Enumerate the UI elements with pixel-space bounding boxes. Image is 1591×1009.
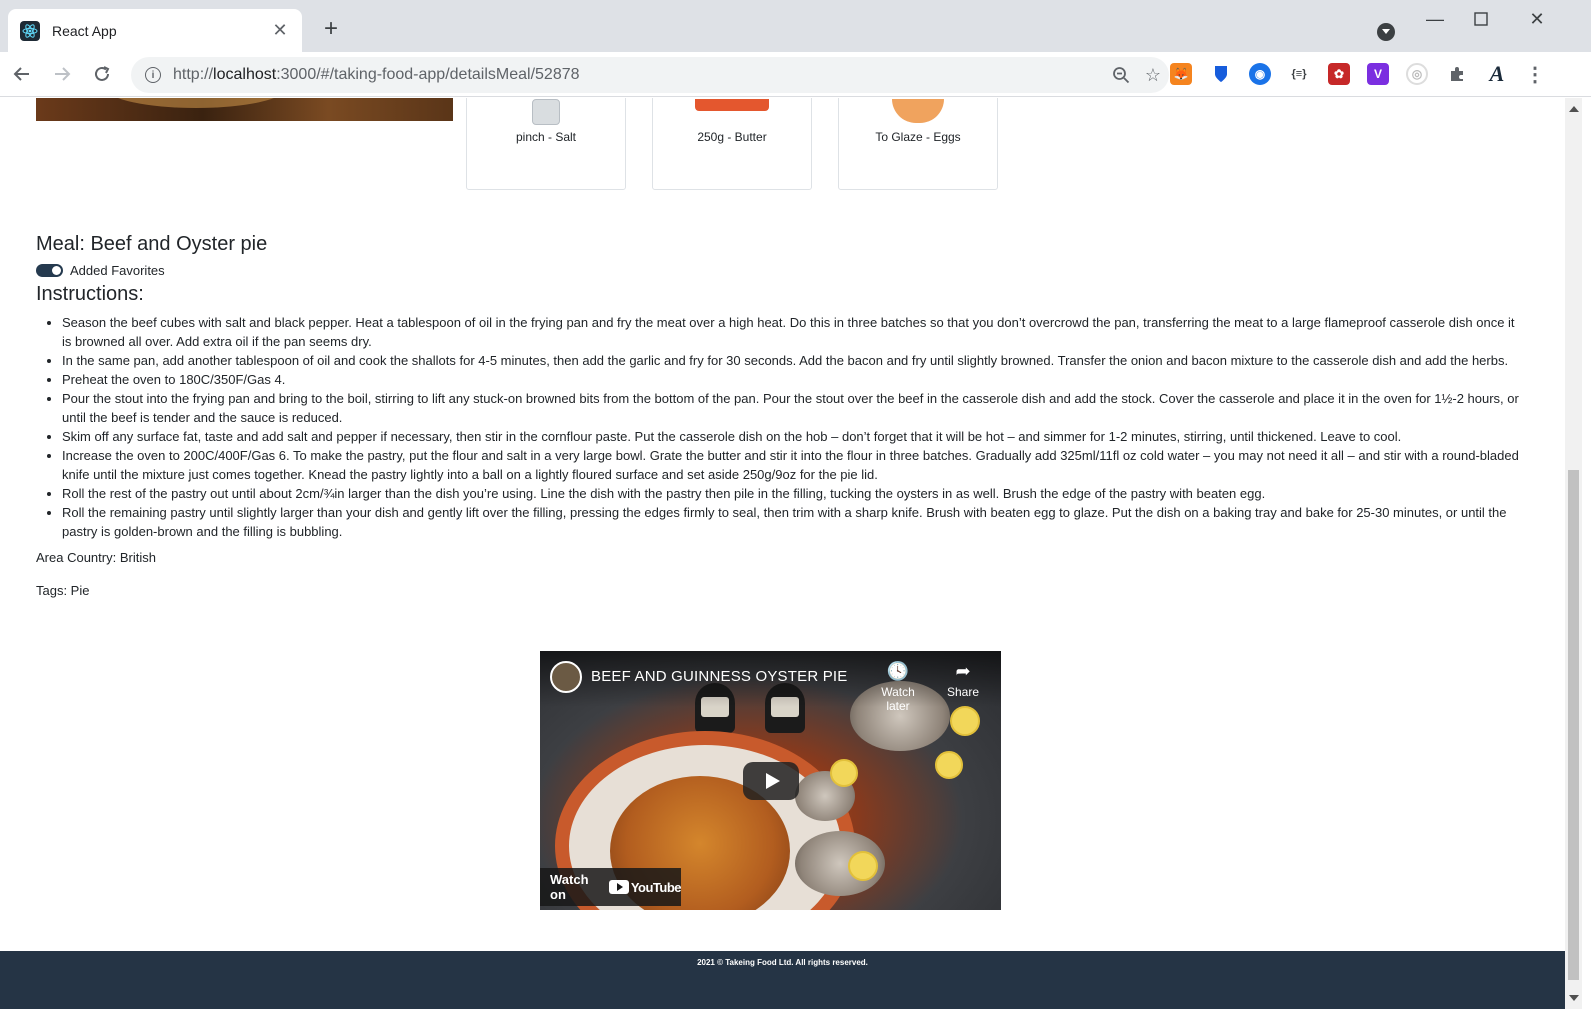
instruction-step: Roll the remaining pastry until slightly… <box>62 503 1522 541</box>
meal-tags: Tags: Pie <box>36 583 90 598</box>
ingredient-label: 250g - Butter <box>697 130 767 144</box>
react-favicon-icon <box>20 20 40 41</box>
youtube-logo: YouTube <box>608 879 682 895</box>
share-label: Share <box>946 685 980 699</box>
instruction-step: Skim off any surface fat, taste and add … <box>62 427 1522 446</box>
extension-grey-circle-icon[interactable]: ◎ <box>1406 63 1428 85</box>
metamask-extension-icon[interactable]: 🦊 <box>1170 63 1192 85</box>
tab-title: React App <box>52 22 117 39</box>
watch-later-button[interactable]: 🕓 Watch later <box>868 661 928 713</box>
instruction-step: In the same pan, add another tablespoon … <box>62 351 1522 370</box>
clock-icon: 🕓 <box>886 661 910 681</box>
ingredient-label: pinch - Salt <box>515 130 577 144</box>
zoom-icon[interactable] <box>1105 59 1137 91</box>
favorites-label: Added Favorites <box>70 263 165 278</box>
url-scheme: http:// <box>173 66 214 83</box>
ingredient-label: To Glaze - Eggs <box>875 130 961 144</box>
maximize-icon[interactable] <box>1458 6 1504 33</box>
video-thumbnail-detail <box>830 759 858 787</box>
scroll-up-arrow-icon[interactable] <box>1569 106 1579 112</box>
url-text[interactable]: http://localhost:3000/#/taking-food-app/… <box>173 66 1105 84</box>
site-info-icon[interactable]: i <box>145 67 161 83</box>
tab-strip: React App ✕ + — ✕ <box>0 0 1591 52</box>
scrollbar-thumb[interactable] <box>1568 470 1579 980</box>
instruction-step: Pour the stout into the frying pan and b… <box>62 389 1522 427</box>
watch-on-youtube-button[interactable]: Watch on YouTube <box>540 868 682 906</box>
page-content: pinch - Salt 250g - Butter To Glaze - Eg… <box>0 98 1565 1009</box>
instruction-step: Season the beef cubes with salt and blac… <box>62 313 1522 351</box>
video-thumbnail-detail <box>950 706 980 736</box>
vue-devtools-extension-icon[interactable]: V <box>1367 63 1389 85</box>
forward-arrow-icon[interactable] <box>48 60 76 88</box>
page-footer: 2021 © Takeing Food Ltd. All rights rese… <box>0 951 1565 1009</box>
favorites-toggle[interactable] <box>36 264 63 277</box>
youtube-video-embed[interactable]: BEEF AND GUINNESS OYSTER PIE 🕓 Watch lat… <box>540 651 1001 910</box>
back-arrow-icon[interactable] <box>8 60 36 88</box>
close-tab-icon[interactable]: ✕ <box>270 20 290 41</box>
extension-blue-circle-icon[interactable]: ◉ <box>1249 63 1271 85</box>
watch-on-label: Watch on <box>550 872 589 902</box>
address-bar[interactable]: i http://localhost:3000/#/taking-food-ap… <box>131 57 1169 93</box>
share-button[interactable]: ➦ Share <box>933 661 993 699</box>
scroll-down-arrow-icon[interactable] <box>1569 995 1579 1001</box>
bookmark-star-icon[interactable]: ☆ <box>1137 59 1169 91</box>
json-extension-icon[interactable]: {≡} <box>1288 63 1310 85</box>
bitwarden-extension-icon[interactable] <box>1210 63 1232 85</box>
share-arrow-icon: ➦ <box>955 661 971 681</box>
video-title[interactable]: BEEF AND GUINNESS OYSTER PIE <box>591 668 848 685</box>
instructions-heading: Instructions: <box>36 283 144 305</box>
browser-tab[interactable]: React App ✕ <box>8 9 302 52</box>
watch-later-label: Watch later <box>881 685 915 713</box>
meal-title: Meal: Beef and Oyster pie <box>36 233 268 255</box>
browser-toolbar: i http://localhost:3000/#/taking-food-ap… <box>0 52 1591 97</box>
youtube-wordmark: YouTube <box>630 879 682 895</box>
salt-image <box>532 99 560 125</box>
extension-red-icon[interactable]: ✿ <box>1328 63 1350 85</box>
favorites-toggle-row: Added Favorites <box>36 263 165 278</box>
area-country: Area Country: British <box>36 550 156 565</box>
instruction-step: Roll the rest of the pastry out until ab… <box>62 484 1522 503</box>
video-thumbnail-detail <box>935 751 963 779</box>
reload-icon[interactable] <box>88 60 116 88</box>
eggs-image <box>892 99 944 123</box>
url-host: localhost <box>213 66 277 83</box>
footer-copyright: 2021 © Takeing Food Ltd. All rights rese… <box>697 958 868 967</box>
minimize-icon[interactable]: — <box>1412 6 1458 32</box>
page-scrollbar[interactable] <box>1565 98 1582 1009</box>
new-tab-icon[interactable]: + <box>318 16 344 42</box>
ingredient-card-eggs: To Glaze - Eggs <box>838 98 998 190</box>
butter-image <box>695 99 769 111</box>
instruction-step: Increase the oven to 200C/400F/Gas 6. To… <box>62 446 1522 484</box>
tab-search-icon[interactable] <box>1377 23 1395 41</box>
channel-avatar[interactable] <box>550 661 582 693</box>
play-button[interactable] <box>743 762 799 800</box>
ingredient-card-butter: 250g - Butter <box>652 98 812 190</box>
browser-menu-icon[interactable]: ⋮ <box>1524 63 1546 86</box>
meal-photo <box>36 98 453 121</box>
instructions-list: Season the beef cubes with salt and blac… <box>62 313 1522 541</box>
url-path: :3000/#/taking-food-app/detailsMeal/5287… <box>276 66 580 83</box>
instruction-step: Preheat the oven to 180C/350F/Gas 4. <box>62 370 1522 389</box>
profile-script-icon[interactable]: A <box>1486 61 1508 86</box>
window-close-icon[interactable]: ✕ <box>1514 6 1560 32</box>
video-thumbnail-detail <box>848 851 878 881</box>
youtube-play-icon <box>608 880 629 894</box>
ingredient-card-salt: pinch - Salt <box>466 98 626 190</box>
extensions-puzzle-icon[interactable] <box>1446 63 1468 85</box>
